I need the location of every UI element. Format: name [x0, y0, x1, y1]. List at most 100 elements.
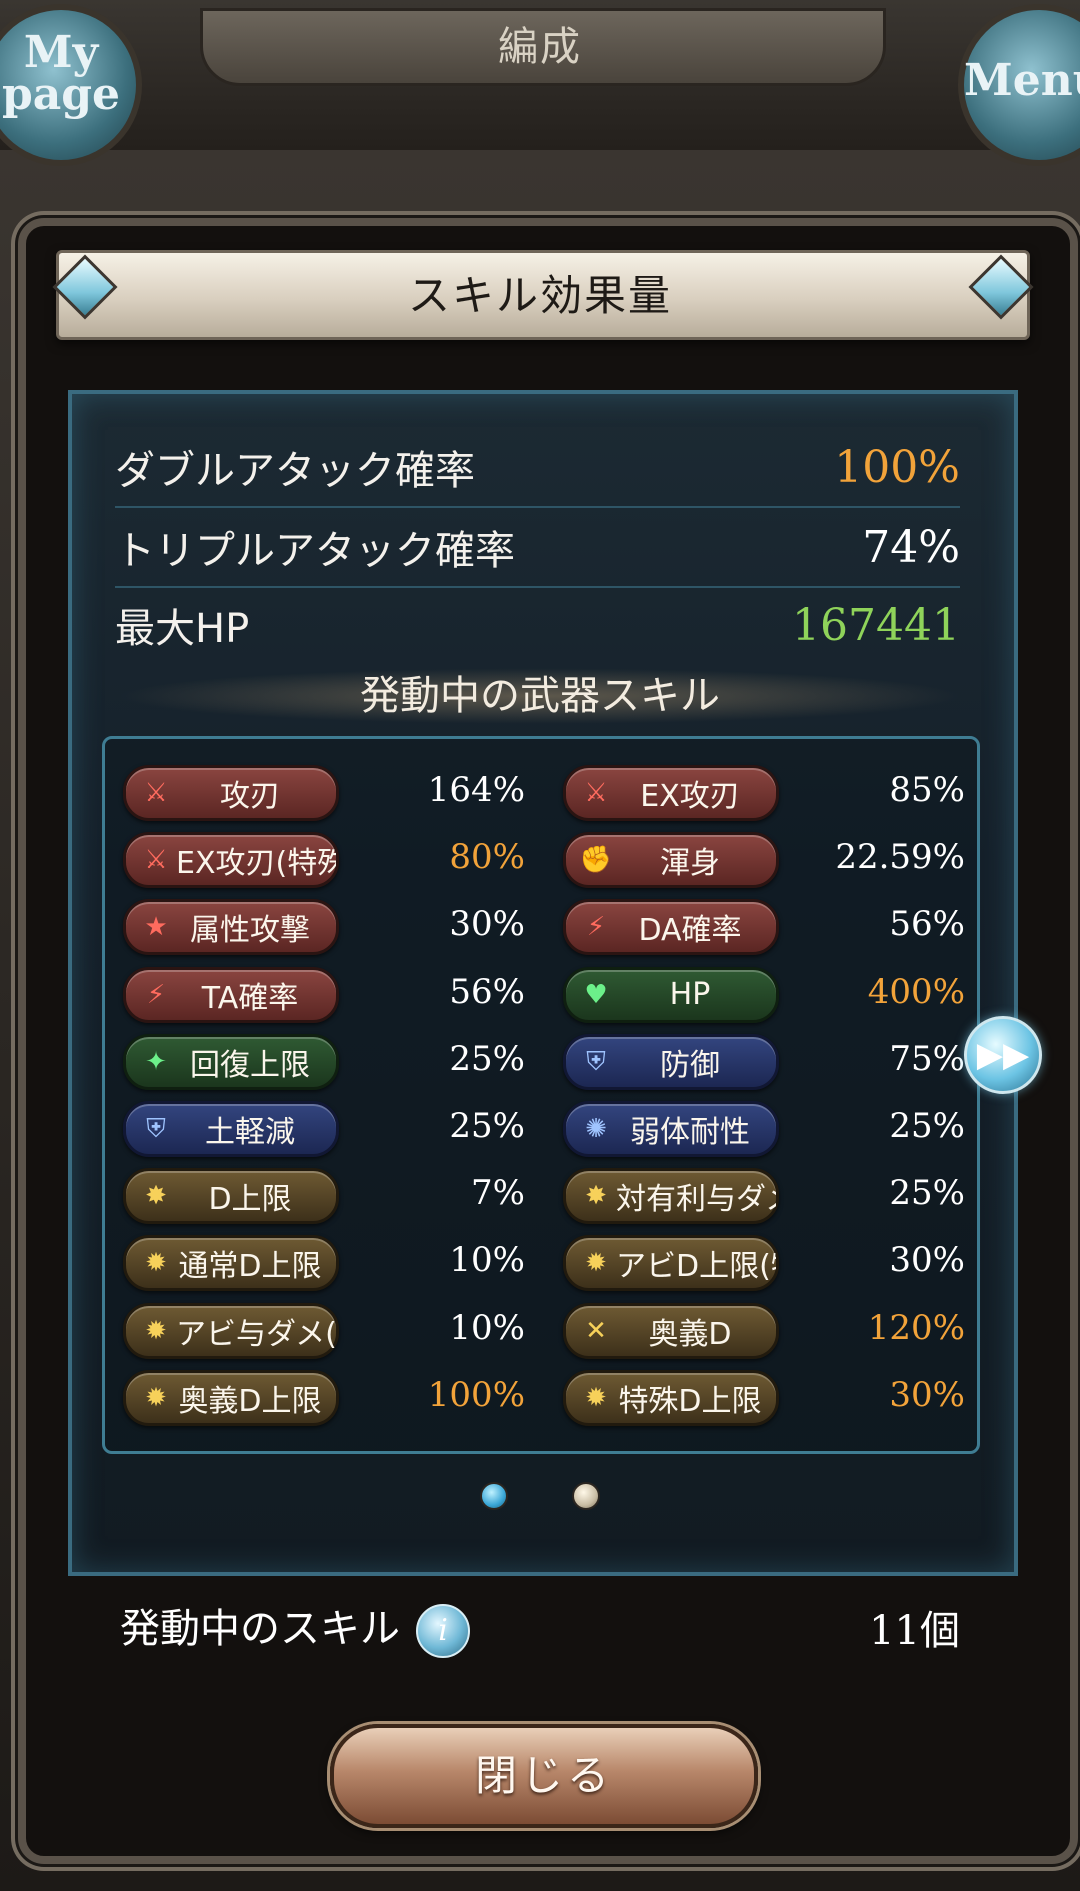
skill-chip: ⚔ EX攻刃(特殊): [123, 832, 339, 889]
skill-row: ⛨ 土軽減 25% ✺ 弱体耐性 25%: [105, 1101, 977, 1157]
active-skills-row: 発動中のスキル i 11個: [120, 1592, 960, 1662]
skill-label: アビ与ダメ(特殊): [176, 1316, 336, 1352]
skill-row: ✹ 通常D上限 10% ✹ アビD上限(特殊) 30%: [105, 1235, 977, 1292]
skill-chip: ⚡ DA確率: [563, 899, 779, 956]
skill-value: 30%: [889, 1374, 965, 1415]
skill-label: 属性攻撃: [190, 913, 310, 949]
skill-label: D上限: [208, 1182, 292, 1218]
mypage-label-1: My: [23, 27, 99, 78]
skill-chip: ✦ 回復上限: [123, 1033, 339, 1090]
pagination-dots: [0, 1482, 1080, 1512]
modal-title: スキル効果量: [407, 271, 672, 320]
skill-row: ✹ 奥義D上限 100% ✹ 特殊D上限 30%: [105, 1369, 977, 1426]
skill-value: 30%: [449, 904, 525, 945]
stat-value: 100%: [834, 441, 960, 493]
sword-icon: ⚔: [144, 845, 168, 876]
skill-label: アビD上限(特殊): [616, 1249, 776, 1285]
skill-chip: ⚔ 攻刃: [123, 765, 339, 821]
skill-label: EX攻刃(特殊): [176, 846, 336, 882]
skill-label: EX攻刃: [640, 779, 740, 814]
skill-value: 10%: [449, 1240, 525, 1281]
skill-value: 25%: [449, 1038, 525, 1079]
skill-chip: ✹ アビ与ダメ(特殊): [123, 1302, 339, 1359]
damage-cap-icon: ✸: [145, 1181, 167, 1212]
burst-icon: ✹: [145, 1382, 167, 1413]
mypage-label-2: page: [1, 69, 121, 120]
skill-chip: ✸ 対有利与ダメ: [563, 1168, 779, 1225]
burst-icon: ✹: [145, 1248, 167, 1279]
stat-row-max-hp: 最大HP 167441: [115, 586, 960, 664]
skill-row: ⚔ EX攻刃(特殊) 80% ✊ 渾身 22.59%: [105, 832, 977, 889]
skill-chip: ⛨ 土軽減: [123, 1101, 339, 1157]
skill-value: 25%: [449, 1106, 525, 1146]
burst-icon: ✹: [585, 1382, 607, 1413]
skill-label: 弱体耐性: [630, 1115, 750, 1150]
skill-value: 85%: [889, 770, 965, 810]
skill-label: 奥義D: [648, 1316, 732, 1352]
stat-value: 167441: [792, 599, 960, 651]
top-header: 編成 My page Menu: [0, 0, 1080, 166]
skill-value: 400%: [867, 971, 965, 1012]
skill-value: 25%: [889, 1106, 965, 1146]
skill-label: 奥義D上限: [178, 1383, 322, 1419]
skill-value: 164%: [427, 770, 525, 810]
skill-row: ★ 属性攻撃 30% ⚡ DA確率 56%: [105, 899, 977, 956]
page-dot-1[interactable]: [480, 1482, 508, 1510]
skill-chip: ✹ 通常D上限: [123, 1235, 339, 1292]
info-icon[interactable]: i: [416, 1604, 470, 1658]
sparkle-icon: ✦: [145, 1046, 167, 1077]
damage-icon: ✸: [585, 1181, 607, 1212]
skill-row: ⚡ TA確率 56% ♥ HP 400%: [105, 966, 977, 1023]
skill-row: ✦ 回復上限 25% ⛨ 防御 75%: [105, 1033, 977, 1090]
skill-chip: ✸ D上限: [123, 1168, 339, 1225]
skill-label: HP: [669, 977, 711, 1013]
skill-value: 30%: [889, 1240, 965, 1281]
skill-label: 攻刃: [220, 779, 280, 814]
skill-row: ⚔ 攻刃 164% ⚔ EX攻刃 85%: [105, 765, 977, 821]
skill-chip: ✕ 奥義D: [563, 1302, 779, 1359]
skill-label: 通常D上限: [178, 1249, 322, 1285]
stat-value: 74%: [862, 521, 960, 573]
stat-row-double-attack: ダブルアタック確率 100%: [115, 428, 960, 508]
skill-label: DA確率: [638, 913, 742, 949]
triple-slash-icon: ⚡: [146, 979, 166, 1010]
sword-icon: ⚔: [584, 778, 608, 808]
close-button[interactable]: 閉じる: [330, 1724, 758, 1828]
skill-value: 56%: [449, 971, 525, 1012]
stat-label: 最大HP: [115, 606, 250, 652]
skill-value: 10%: [449, 1307, 525, 1348]
skill-label: TA確率: [201, 980, 299, 1016]
header-title: 編成: [498, 24, 582, 70]
menu-label: Menu: [964, 55, 1080, 106]
skill-value: 22.59%: [835, 837, 965, 878]
skill-value: 7%: [471, 1173, 525, 1214]
star-icon: ★: [144, 912, 168, 943]
skill-label: 防御: [660, 1047, 720, 1083]
page-dot-2[interactable]: [572, 1482, 600, 1510]
skill-value: 25%: [889, 1173, 965, 1214]
weapon-skills-list: ⚔ 攻刃 164% ⚔ EX攻刃 85% ⚔ EX攻刃(特殊) 80% ✊ 渾身 22.59% ★ 属性攻…: [102, 736, 980, 1454]
skill-row: ✸ D上限 7% ✸ 対有利与ダメ 25%: [105, 1168, 977, 1225]
shield-icon: ⛨: [146, 1114, 166, 1144]
stat-label: トリプルアタック確率: [115, 528, 515, 574]
skill-chip: ⚔ EX攻刃: [563, 765, 779, 821]
double-slash-icon: ⚡: [586, 912, 606, 943]
stat-row-triple-attack: トリプルアタック確率 74%: [115, 508, 960, 588]
active-skills-count: 11個: [869, 1608, 960, 1654]
arm-icon: ✊: [579, 845, 613, 876]
skill-chip: ♥ HP: [563, 966, 779, 1023]
skill-chip: ✹ 奥義D上限: [123, 1369, 339, 1426]
active-skills-label-group: 発動中のスキル i: [120, 1596, 470, 1658]
skill-chip: ★ 属性攻撃: [123, 899, 339, 956]
skill-row: ✹ アビ与ダメ(特殊) 10% ✕ 奥義D 120%: [105, 1302, 977, 1359]
skill-label: 対有利与ダメ: [616, 1182, 776, 1218]
skill-chip: ⛨ 防御: [563, 1033, 779, 1090]
skill-label: 渾身: [660, 846, 720, 882]
sword-icon: ⚔: [144, 778, 168, 808]
next-page-arrow-icon[interactable]: ▶▶: [964, 1016, 1042, 1094]
skill-value: 120%: [867, 1307, 965, 1348]
shield-icon: ⛨: [586, 1046, 606, 1077]
skill-value: 80%: [449, 837, 525, 878]
heart-icon: ♥: [584, 979, 608, 1010]
stat-label: ダブルアタック確率: [115, 448, 475, 494]
